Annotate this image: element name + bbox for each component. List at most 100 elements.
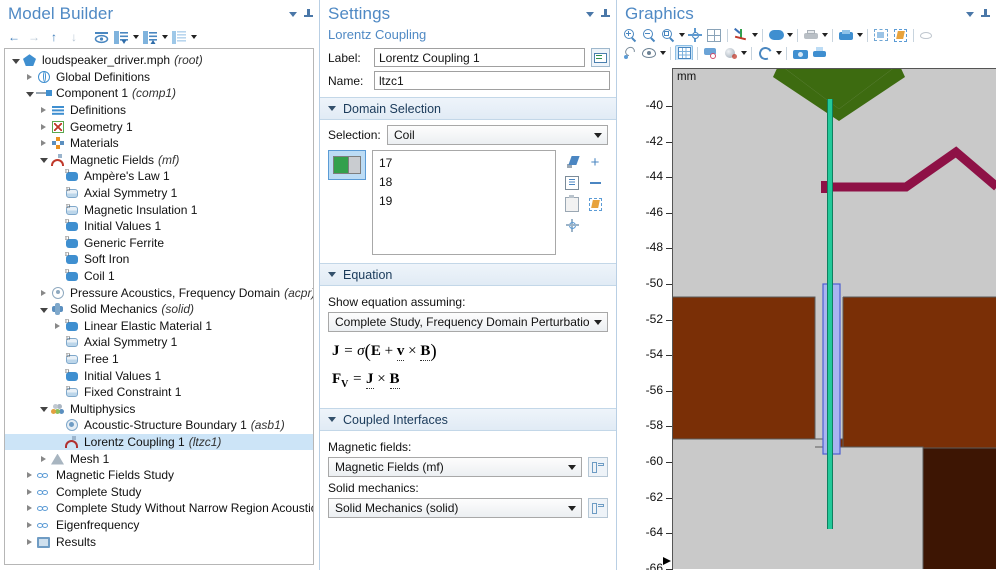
tree-twisty-collapsed-icon[interactable] <box>37 102 50 118</box>
collapse-tree-icon[interactable] <box>141 28 159 46</box>
tree-item[interactable]: D Initial Values 1 <box>5 367 313 384</box>
panel-menu-chevron-down-icon[interactable] <box>289 11 297 17</box>
domain-list-item[interactable]: 19 <box>379 192 555 211</box>
tree-item[interactable]: Definitions <box>5 102 313 119</box>
tree-twisty-collapsed-icon[interactable] <box>23 517 36 533</box>
zoom-out-icon[interactable] <box>640 27 658 44</box>
move-up-icon[interactable]: ↑ <box>45 28 63 46</box>
tree-twisty-collapsed-icon[interactable] <box>23 69 36 85</box>
scene-light-icon[interactable] <box>767 27 785 44</box>
tree-item[interactable]: D Linear Elastic Material 1 <box>5 318 313 335</box>
name-input[interactable]: ltzc1 <box>374 71 610 90</box>
tree-item[interactable]: D Soft Iron <box>5 251 313 268</box>
print-icon[interactable] <box>802 27 820 44</box>
clear-selection-button[interactable] <box>585 194 605 214</box>
tree-item[interactable]: D Generic Ferrite <box>5 235 313 252</box>
tree-twisty-collapsed-icon[interactable] <box>37 285 50 301</box>
tree-twisty-expanded-icon[interactable] <box>37 301 50 317</box>
print-plot-icon[interactable] <box>810 45 828 62</box>
collapse-triangle-icon[interactable] <box>328 106 336 111</box>
hide-geometry-icon[interactable] <box>918 27 936 44</box>
tree-item[interactable]: D Magnetic Insulation 1 <box>5 201 313 218</box>
collapse-triangle-icon[interactable] <box>328 272 336 277</box>
graphics-canvas[interactable]: -40 -42 -44 -46 -48 -50 -52 -54 -56 -58 -60 -62 -64 -… <box>617 60 996 570</box>
tree-twisty-collapsed-icon[interactable] <box>23 484 36 500</box>
tree-twisty-expanded-icon[interactable] <box>9 52 22 68</box>
panel-pin-icon[interactable] <box>304 9 313 19</box>
magnetic-fields-goto-button[interactable] <box>588 457 608 477</box>
tree-item[interactable]: D Free 1 <box>5 351 313 368</box>
tree-twisty-collapsed-icon[interactable] <box>37 119 50 135</box>
solid-mechanics-dropdown[interactable]: Solid Mechanics (solid) <box>328 498 582 518</box>
refresh-dropdown-icon[interactable] <box>776 51 782 55</box>
tree-item[interactable]: Acoustic-Structure Boundary 1 (asb1) <box>5 417 313 434</box>
scene-dropdown-icon[interactable] <box>787 33 793 37</box>
tree-item[interactable]: Multiphysics <box>5 400 313 417</box>
settings-pin-icon[interactable] <box>601 9 610 19</box>
domain-list-item[interactable]: 17 <box>379 154 555 173</box>
save-image-icon[interactable] <box>837 27 855 44</box>
tree-item[interactable]: Solid Mechanics (solid) <box>5 301 313 318</box>
selection-dropdown[interactable]: Coil <box>387 125 608 145</box>
paste-selection-button[interactable] <box>562 194 582 214</box>
axis-orientation-icon[interactable] <box>732 27 750 44</box>
active-selection-toggle-button[interactable] <box>328 150 366 180</box>
tree-item[interactable]: Component 1 (comp1) <box>5 85 313 102</box>
tree-filter-icon[interactable] <box>170 28 188 46</box>
snapshot-icon[interactable] <box>791 45 809 62</box>
tree-item[interactable]: Results <box>5 533 313 550</box>
move-down-icon[interactable]: ↓ <box>65 28 83 46</box>
tree-twisty-collapsed-icon[interactable] <box>37 135 50 151</box>
expand-tree-icon[interactable] <box>112 28 130 46</box>
add-domain-button[interactable]: + <box>585 152 605 172</box>
tree-item[interactable]: D Axial Symmetry 1 <box>5 334 313 351</box>
geometry-plot[interactable]: mm <box>672 68 996 569</box>
tree-twisty-collapsed-icon[interactable] <box>23 500 36 516</box>
save-dropdown-icon[interactable] <box>857 33 863 37</box>
equation-section-header[interactable]: Equation <box>320 263 616 286</box>
tree-item[interactable]: D Coil 1 <box>5 268 313 285</box>
solid-mechanics-goto-button[interactable] <box>588 498 608 518</box>
tree-twisty-collapsed-icon[interactable] <box>37 451 50 467</box>
graphics-pin-icon[interactable] <box>981 9 990 19</box>
domain-list-item[interactable]: 18 <box>379 173 555 192</box>
axis-dropdown-icon[interactable] <box>752 33 758 37</box>
tree-item[interactable]: Pressure Acoustics, Frequency Domain (acp… <box>5 284 313 301</box>
lighting-dropdown-icon[interactable] <box>741 51 747 55</box>
print-dropdown-icon[interactable] <box>822 33 828 37</box>
show-all-icon[interactable] <box>92 28 110 46</box>
view-eye-icon[interactable] <box>640 45 658 62</box>
label-input[interactable]: Lorentz Coupling 1 <box>374 48 585 67</box>
reset-view-icon[interactable] <box>621 45 639 62</box>
tree-twisty-collapsed-icon[interactable] <box>51 318 64 334</box>
zoom-box-icon[interactable] <box>705 27 723 44</box>
tree-twisty-expanded-icon[interactable] <box>23 85 36 101</box>
zoom-dropdown-icon[interactable] <box>679 33 685 37</box>
tree-item[interactable]: D Ampère's Law 1 <box>5 168 313 185</box>
select-box-icon[interactable] <box>872 27 890 44</box>
tree-item[interactable]: Magnetic Fields Study <box>5 467 313 484</box>
tree-item[interactable]: Global Definitions <box>5 69 313 86</box>
tree-twisty-collapsed-icon[interactable] <box>23 534 36 550</box>
pan-icon[interactable] <box>686 27 704 44</box>
label-description-button[interactable] <box>591 48 610 67</box>
zoom-extents-icon[interactable] <box>659 27 677 44</box>
graphics-menu-chevron-down-icon[interactable] <box>966 11 974 17</box>
clear-plot-icon[interactable] <box>702 45 720 62</box>
lighting-icon[interactable] <box>721 45 739 62</box>
tree-item[interactable]: Geometry 1 <box>5 118 313 135</box>
magnetic-fields-dropdown[interactable]: Magnetic Fields (mf) <box>328 457 582 477</box>
model-tree-container[interactable]: loudspeaker_driver.mph (root) Global Defin… <box>4 48 314 565</box>
tree-item[interactable]: Eigenfrequency <box>5 517 313 534</box>
tree-twisty-expanded-icon[interactable] <box>37 152 50 168</box>
tree-item[interactable]: loudspeaker_driver.mph (root) <box>5 52 313 69</box>
clear-selection-icon[interactable] <box>891 27 909 44</box>
coupled-interfaces-section-header[interactable]: Coupled Interfaces <box>320 408 616 431</box>
tree-item[interactable]: Materials <box>5 135 313 152</box>
tree-item[interactable]: Complete Study Without Narrow Region Aco… <box>5 500 313 517</box>
tree-item-selected[interactable]: Lorentz Coupling 1 (ltzc1) <box>5 433 313 451</box>
tree-twisty-expanded-icon[interactable] <box>37 401 50 417</box>
grid-toggle-icon[interactable] <box>675 44 693 62</box>
settings-menu-chevron-down-icon[interactable] <box>586 11 594 17</box>
forward-arrow-icon[interactable]: → <box>25 28 43 46</box>
